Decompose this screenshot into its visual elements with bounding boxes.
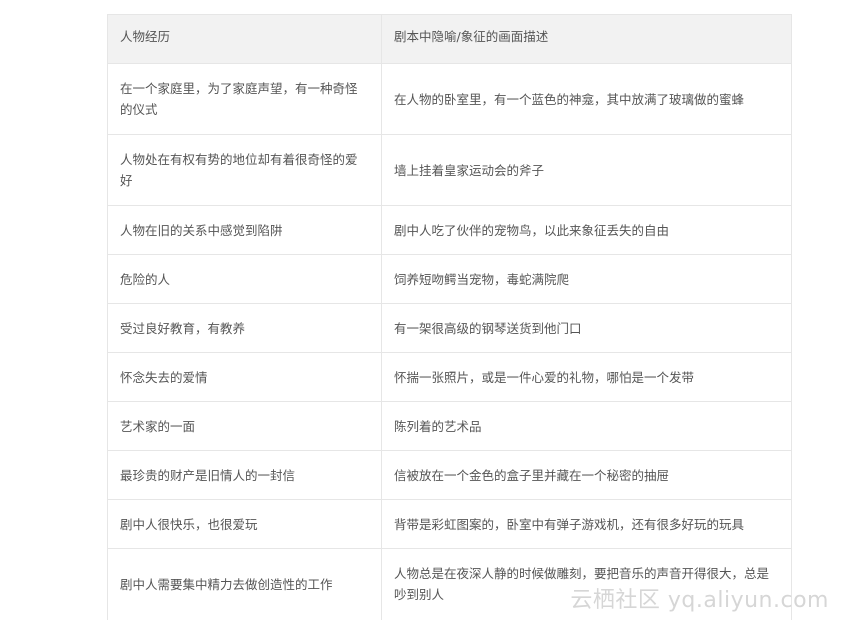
table-row: 危险的人 饲养短吻鳄当宠物，毒蛇满院爬 bbox=[107, 254, 792, 304]
table-container: 人物经历 剧本中隐喻/象征的画面描述 在一个家庭里，为了家庭声望，有一种奇怪的仪… bbox=[107, 14, 792, 620]
cell-description: 背带是彩虹图案的，卧室中有弹子游戏机，还有很多好玩的玩具 bbox=[381, 499, 792, 549]
table-row: 在一个家庭里，为了家庭声望，有一种奇怪的仪式 在人物的卧室里，有一个蓝色的神龛，… bbox=[107, 63, 792, 135]
table-row: 剧中人需要集中精力去做创造性的工作 人物总是在夜深人静的时候做雕刻，要把音乐的声… bbox=[107, 548, 792, 620]
header-metaphor-description: 剧本中隐喻/象征的画面描述 bbox=[381, 14, 792, 64]
cell-description: 有一架很高级的钢琴送货到他门口 bbox=[381, 303, 792, 353]
table-row: 最珍贵的财产是旧情人的一封信 信被放在一个金色的盒子里并藏在一个秘密的抽屉 bbox=[107, 450, 792, 500]
cell-experience: 危险的人 bbox=[107, 254, 382, 304]
cell-experience: 剧中人很快乐，也很爱玩 bbox=[107, 499, 382, 549]
cell-description: 墙上挂着皇家运动会的斧子 bbox=[381, 134, 792, 206]
header-character-experience: 人物经历 bbox=[107, 14, 382, 64]
table-row: 怀念失去的爱情 怀揣一张照片，或是一件心爱的礼物，哪怕是一个发带 bbox=[107, 352, 792, 402]
cell-experience: 最珍贵的财产是旧情人的一封信 bbox=[107, 450, 382, 500]
cell-description: 在人物的卧室里，有一个蓝色的神龛，其中放满了玻璃做的蜜蜂 bbox=[381, 63, 792, 135]
cell-experience: 受过良好教育，有教养 bbox=[107, 303, 382, 353]
table-header-row: 人物经历 剧本中隐喻/象征的画面描述 bbox=[107, 14, 792, 64]
metaphor-table: 人物经历 剧本中隐喻/象征的画面描述 在一个家庭里，为了家庭声望，有一种奇怪的仪… bbox=[107, 14, 792, 620]
cell-description: 人物总是在夜深人静的时候做雕刻，要把音乐的声音开得很大，总是吵到别人 bbox=[381, 548, 792, 620]
cell-experience: 剧中人需要集中精力去做创造性的工作 bbox=[107, 548, 382, 620]
cell-experience: 艺术家的一面 bbox=[107, 401, 382, 451]
table-row: 剧中人很快乐，也很爱玩 背带是彩虹图案的，卧室中有弹子游戏机，还有很多好玩的玩具 bbox=[107, 499, 792, 549]
cell-description: 怀揣一张照片，或是一件心爱的礼物，哪怕是一个发带 bbox=[381, 352, 792, 402]
cell-description: 信被放在一个金色的盒子里并藏在一个秘密的抽屉 bbox=[381, 450, 792, 500]
table-row: 人物处在有权有势的地位却有着很奇怪的爱好 墙上挂着皇家运动会的斧子 bbox=[107, 134, 792, 206]
cell-description: 陈列着的艺术品 bbox=[381, 401, 792, 451]
cell-experience: 在一个家庭里，为了家庭声望，有一种奇怪的仪式 bbox=[107, 63, 382, 135]
cell-description: 饲养短吻鳄当宠物，毒蛇满院爬 bbox=[381, 254, 792, 304]
cell-experience: 人物在旧的关系中感觉到陷阱 bbox=[107, 205, 382, 255]
table-row: 人物在旧的关系中感觉到陷阱 剧中人吃了伙伴的宠物鸟，以此来象征丢失的自由 bbox=[107, 205, 792, 255]
cell-description: 剧中人吃了伙伴的宠物鸟，以此来象征丢失的自由 bbox=[381, 205, 792, 255]
table-row: 受过良好教育，有教养 有一架很高级的钢琴送货到他门口 bbox=[107, 303, 792, 353]
cell-experience: 人物处在有权有势的地位却有着很奇怪的爱好 bbox=[107, 134, 382, 206]
table-row: 艺术家的一面 陈列着的艺术品 bbox=[107, 401, 792, 451]
cell-experience: 怀念失去的爱情 bbox=[107, 352, 382, 402]
